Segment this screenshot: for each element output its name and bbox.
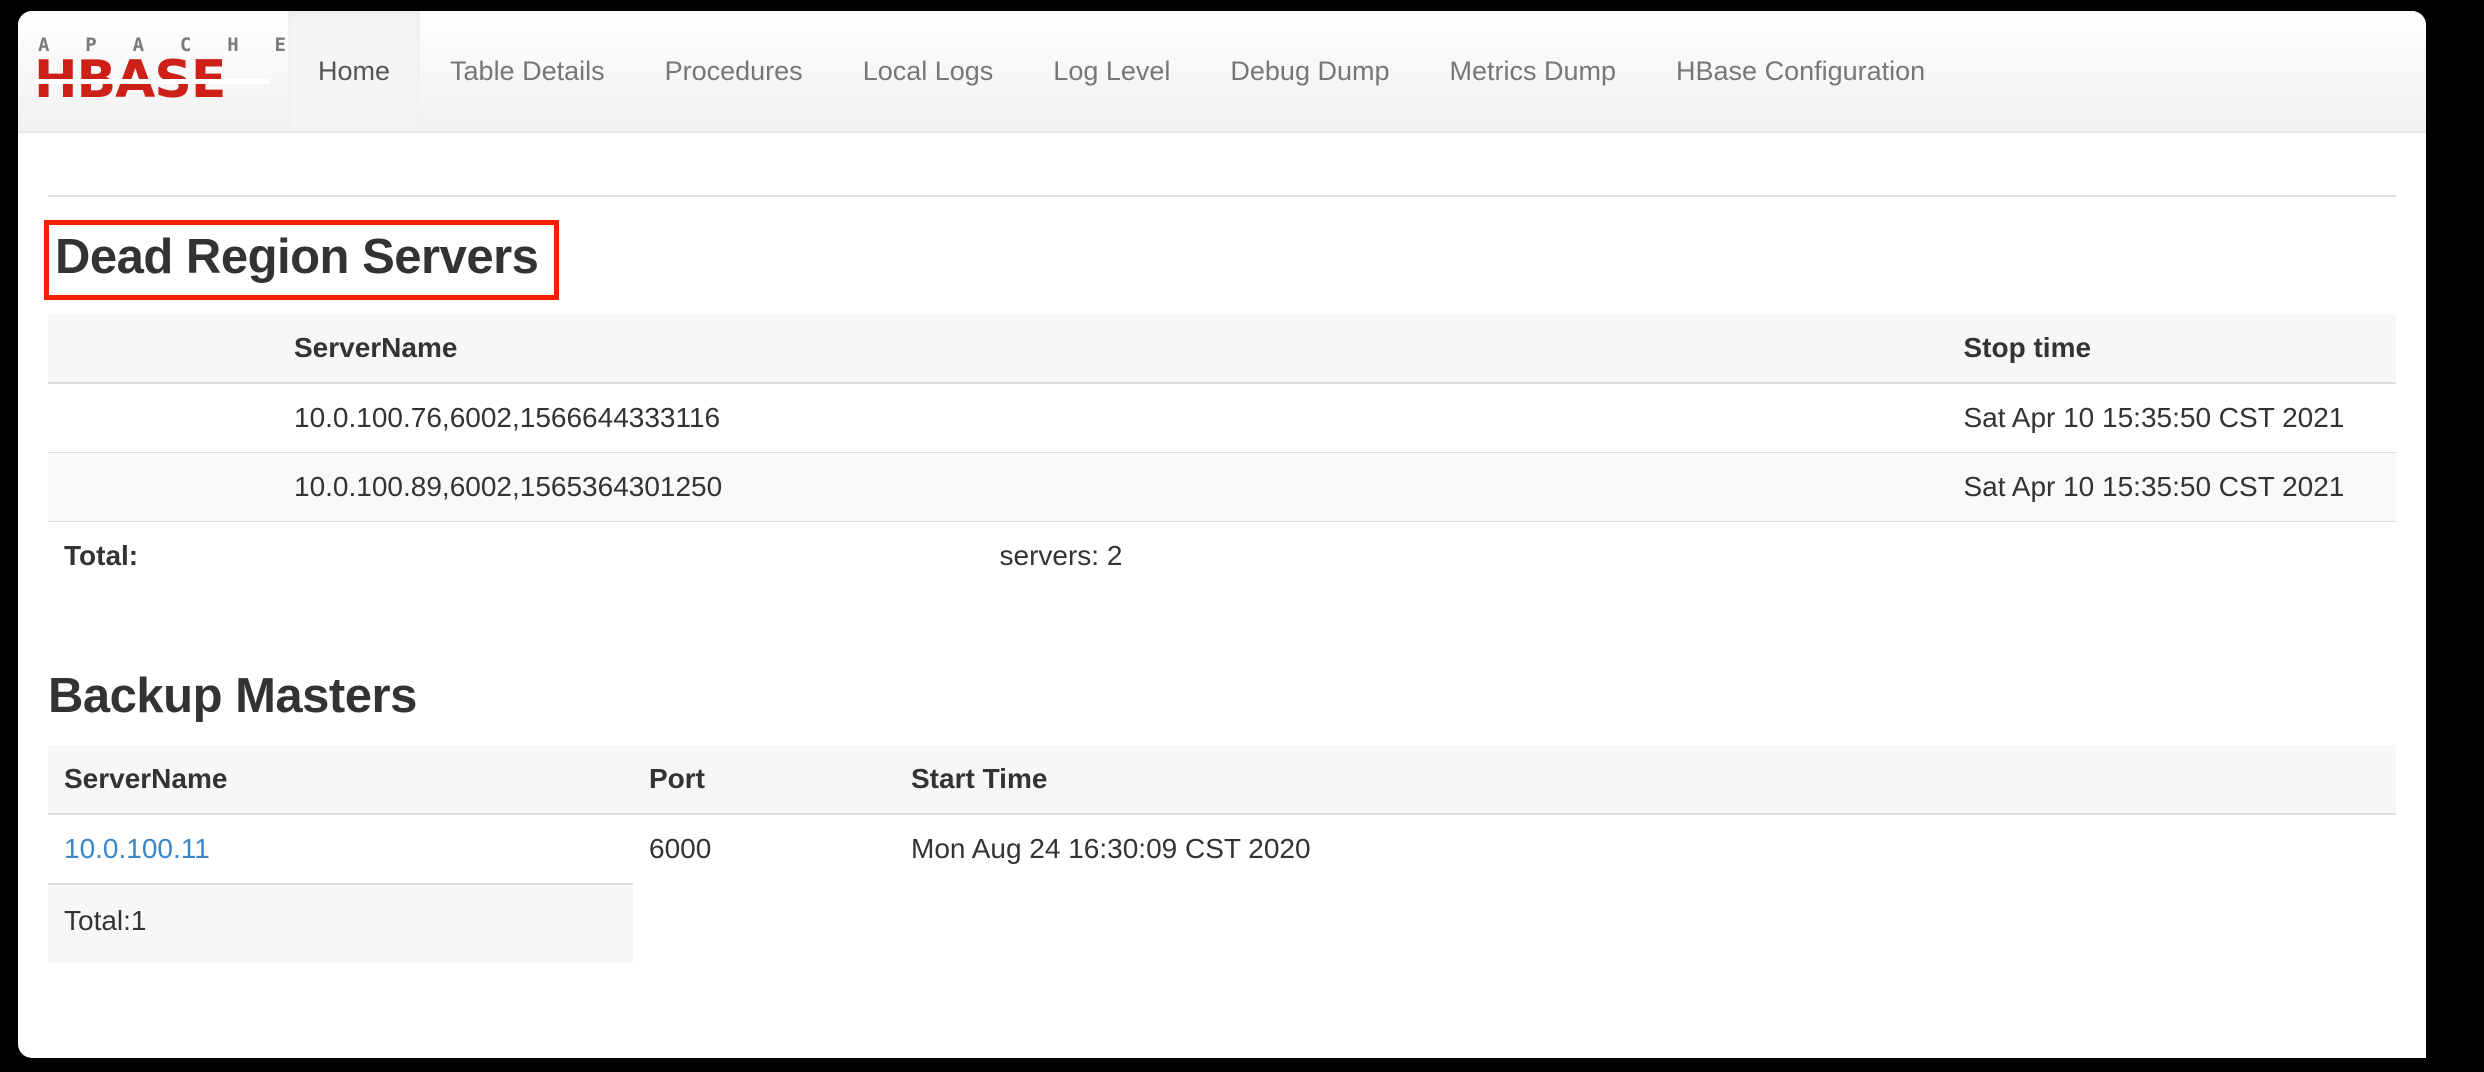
annotation-highlight-box: Dead Region Servers bbox=[44, 220, 560, 301]
backup-masters-total-blank-start bbox=[895, 883, 2396, 963]
nav-item-hbase-configuration[interactable]: HBase Configuration bbox=[1646, 11, 1955, 131]
cell-stop-time: Sat Apr 10 15:35:50 CST 2021 bbox=[753, 452, 2396, 522]
backup-masters-tbody: 10.0.100.11 6000 Mon Aug 24 16:30:09 CST… bbox=[48, 813, 2396, 963]
header-stop-time: Stop time bbox=[753, 314, 2396, 385]
table-row: 10.0.100.11 6000 Mon Aug 24 16:30:09 CST… bbox=[48, 813, 2396, 884]
nav-item-table-details[interactable]: Table Details bbox=[420, 11, 635, 131]
table-row: 10.0.100.89,6002,1565364301250 Sat Apr 1… bbox=[48, 452, 2396, 522]
nav-item-home[interactable]: Home bbox=[288, 11, 421, 131]
dead-region-servers-tbody: 10.0.100.76,6002,1566644333116 Sat Apr 1… bbox=[48, 382, 2396, 591]
nav-links: Home Table Details Procedures Local Logs… bbox=[288, 11, 1955, 131]
navbar-inner: A P A C H E HBASE Home Table Details Pro… bbox=[18, 11, 1955, 131]
dead-region-servers-total-row: Total: servers: 2 bbox=[48, 521, 2396, 591]
table-header-row: ServerName Stop time bbox=[48, 314, 2396, 385]
page-content: Dead Region Servers ServerName Stop time… bbox=[18, 195, 2426, 963]
header-servername: ServerName bbox=[48, 314, 754, 385]
total-value: servers: 2 bbox=[753, 521, 2396, 591]
backup-masters-table: ServerName Port Start Time 10.0.100.11 6… bbox=[48, 744, 2396, 963]
cell-start-time: Mon Aug 24 16:30:09 CST 2020 bbox=[895, 813, 2396, 884]
hbase-logo[interactable]: A P A C H E HBASE bbox=[18, 36, 288, 106]
cell-servername: 10.0.100.11 bbox=[48, 813, 633, 884]
nav-item-debug-dump[interactable]: Debug Dump bbox=[1200, 11, 1419, 131]
header-start-time: Start Time bbox=[895, 744, 2396, 815]
section-divider bbox=[48, 195, 2396, 198]
header-servername: ServerName bbox=[48, 744, 633, 815]
cell-stop-time: Sat Apr 10 15:35:50 CST 2021 bbox=[753, 382, 2396, 453]
cell-servername: 10.0.100.89,6002,1565364301250 bbox=[48, 452, 754, 522]
nav-item-metrics-dump[interactable]: Metrics Dump bbox=[1420, 11, 1647, 131]
table-row: 10.0.100.76,6002,1566644333116 Sat Apr 1… bbox=[48, 382, 2396, 453]
cell-servername: 10.0.100.76,6002,1566644333116 bbox=[48, 382, 754, 453]
backup-masters-title: Backup Masters bbox=[48, 669, 417, 724]
cell-port: 6000 bbox=[633, 813, 895, 884]
table-header-row: ServerName Port Start Time bbox=[48, 744, 2396, 815]
nav-item-procedures[interactable]: Procedures bbox=[635, 11, 833, 131]
total-servers-count: servers: 2 bbox=[999, 540, 1123, 572]
nav-item-local-logs[interactable]: Local Logs bbox=[833, 11, 1024, 131]
backup-masters-total-row: Total:1 bbox=[48, 882, 2396, 963]
main-navbar: A P A C H E HBASE Home Table Details Pro… bbox=[18, 11, 2426, 133]
dead-region-servers-title: Dead Region Servers bbox=[55, 230, 539, 284]
apache-letter-h: H bbox=[227, 34, 239, 57]
backup-masters-total-blank-port bbox=[633, 883, 895, 963]
browser-page: A P A C H E HBASE Home Table Details Pro… bbox=[18, 11, 2426, 1058]
apache-letter-e: E bbox=[274, 34, 286, 57]
total-label: Total: bbox=[48, 521, 754, 591]
dead-region-servers-table: ServerName Stop time 10.0.100.76,6002,15… bbox=[48, 314, 2396, 591]
backup-master-server-link[interactable]: 10.0.100.11 bbox=[64, 833, 210, 864]
dead-region-servers-thead: ServerName Stop time bbox=[48, 314, 2396, 385]
backup-masters-total-label: Total:1 bbox=[48, 882, 633, 963]
hbase-wordmark: HBASE bbox=[34, 54, 270, 106]
backup-masters-thead: ServerName Port Start Time bbox=[48, 744, 2396, 815]
screenshot-frame: A P A C H E HBASE Home Table Details Pro… bbox=[0, 0, 2484, 1072]
nav-item-log-level[interactable]: Log Level bbox=[1023, 11, 1200, 131]
header-port: Port bbox=[633, 744, 895, 815]
